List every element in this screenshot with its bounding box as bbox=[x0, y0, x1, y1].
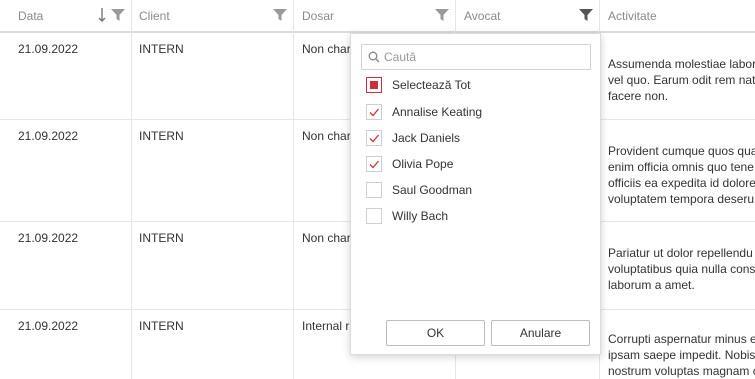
search-icon bbox=[368, 51, 380, 63]
filter-search-input[interactable] bbox=[384, 48, 584, 66]
cell-data: 21.09.2022 bbox=[0, 310, 132, 379]
cell-client: INTERN bbox=[132, 120, 294, 221]
activity-text: Provident cumque quos qua enim officia o… bbox=[608, 144, 755, 206]
filter-option-jack-daniels[interactable]: Jack Daniels bbox=[366, 129, 586, 147]
cancel-button[interactable]: Anulare bbox=[491, 320, 590, 346]
cell-activitate: Corrupti aspernatur minus e ipsam saepe … bbox=[600, 310, 755, 379]
select-all-option[interactable]: Selectează Tot bbox=[366, 76, 586, 94]
select-all-checkbox[interactable] bbox=[366, 77, 382, 93]
filter-icon[interactable] bbox=[435, 8, 449, 22]
column-header-label: Data bbox=[18, 9, 44, 23]
avocat-filter-popup: Selectează Tot Annalise Keating Jack Dan… bbox=[350, 33, 601, 355]
column-header-client[interactable]: Client bbox=[132, 0, 294, 33]
option-checkbox[interactable] bbox=[366, 208, 382, 224]
column-header-avocat[interactable]: Avocat bbox=[456, 0, 600, 33]
column-header-label: Activitate bbox=[608, 9, 657, 23]
column-header-activitate[interactable]: Activitate bbox=[600, 0, 755, 33]
cell-data: 21.09.2022 bbox=[0, 120, 132, 221]
column-header-label: Dosar bbox=[302, 9, 335, 23]
column-header-label: Client bbox=[139, 9, 170, 23]
checkmark-icon bbox=[369, 108, 379, 117]
option-label: Jack Daniels bbox=[392, 131, 461, 145]
cell-client: INTERN bbox=[132, 310, 294, 379]
cell-data: 21.09.2022 bbox=[0, 33, 132, 119]
activity-text: Assumenda molestiae labor vel quo. Earum… bbox=[608, 57, 755, 103]
option-label: Willy Bach bbox=[392, 209, 449, 223]
option-checkbox[interactable] bbox=[366, 182, 382, 198]
select-all-label: Selectează Tot bbox=[392, 78, 471, 92]
filter-option-olivia-pope[interactable]: Olivia Pope bbox=[366, 155, 586, 173]
filter-icon[interactable] bbox=[111, 8, 125, 22]
column-header-label: Avocat bbox=[464, 9, 501, 23]
cell-client: INTERN bbox=[132, 222, 294, 309]
filter-search-box[interactable] bbox=[361, 44, 591, 70]
column-header-dosar[interactable]: Dosar bbox=[294, 0, 456, 33]
option-label: Annalise Keating bbox=[392, 105, 483, 119]
checkmark-icon bbox=[369, 134, 379, 143]
cell-client: INTERN bbox=[132, 33, 294, 119]
activity-text: Corrupti aspernatur minus e ipsam saepe … bbox=[608, 332, 755, 378]
sort-descending-icon[interactable] bbox=[97, 7, 107, 23]
filter-option-willy-bach[interactable]: Willy Bach bbox=[366, 207, 586, 225]
cell-activitate: Assumenda molestiae labor vel quo. Earum… bbox=[600, 33, 755, 119]
option-checkbox[interactable] bbox=[366, 104, 382, 120]
cell-activitate: Provident cumque quos qua enim officia o… bbox=[600, 120, 755, 221]
grid-header: Data Client Dosar Avocat Activitate bbox=[0, 0, 755, 33]
checkmark-icon bbox=[369, 160, 379, 169]
cell-activitate: Pariatur ut dolor repellendu voluptatibu… bbox=[600, 222, 755, 309]
option-label: Olivia Pope bbox=[392, 157, 454, 171]
option-checkbox[interactable] bbox=[366, 156, 382, 172]
column-header-data[interactable]: Data bbox=[0, 0, 132, 33]
option-checkbox[interactable] bbox=[366, 130, 382, 146]
ok-button[interactable]: OK bbox=[386, 320, 485, 346]
option-label: Saul Goodman bbox=[392, 183, 473, 197]
filter-option-saul-goodman[interactable]: Saul Goodman bbox=[366, 181, 586, 199]
filter-icon[interactable] bbox=[273, 8, 287, 22]
filter-icon[interactable] bbox=[579, 8, 593, 22]
filter-option-annalise-keating[interactable]: Annalise Keating bbox=[366, 103, 586, 121]
cell-data: 21.09.2022 bbox=[0, 222, 132, 309]
activity-text: Pariatur ut dolor repellendu voluptatibu… bbox=[608, 246, 755, 292]
